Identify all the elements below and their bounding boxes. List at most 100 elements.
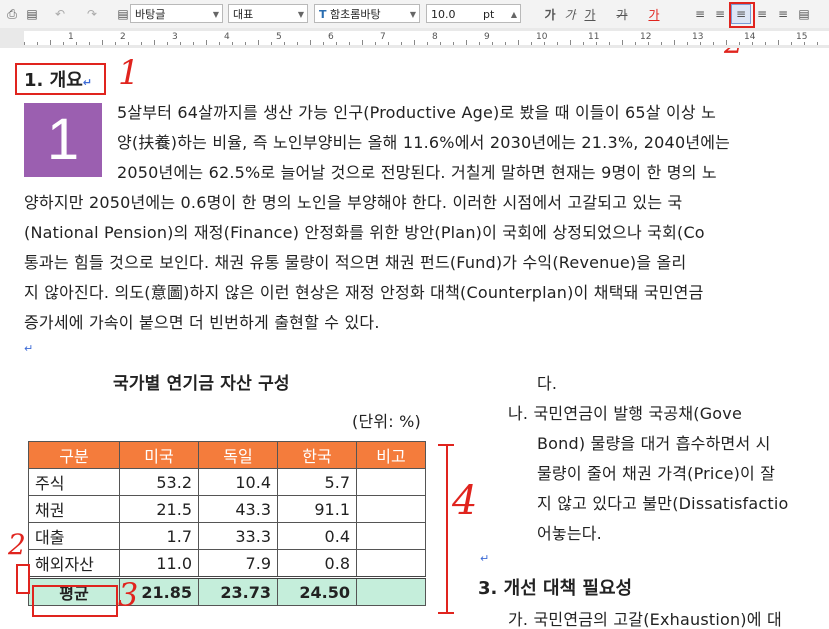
undo-icon[interactable]: ↶	[50, 4, 70, 24]
ruler-tick	[596, 42, 597, 45]
header-cell[interactable]: 한국	[277, 441, 357, 469]
ruler-tick	[544, 42, 545, 45]
table-cell[interactable]	[356, 522, 426, 550]
ruler-tick	[375, 42, 376, 45]
header-cell[interactable]: 독일	[198, 441, 278, 469]
ruler-tick	[193, 42, 194, 45]
page-icon[interactable]: ▤	[22, 4, 42, 24]
ruler-tick	[24, 42, 25, 45]
ruler-tick	[622, 40, 623, 45]
table-cell[interactable]: 33.3	[198, 522, 278, 550]
table-cell[interactable]: 0.4	[277, 522, 357, 550]
strike-button[interactable]: 가	[612, 4, 632, 24]
header-cell[interactable]: 비고	[356, 441, 426, 469]
ruler-tick	[414, 40, 415, 45]
table-cell[interactable]: 7.9	[198, 549, 278, 578]
table-cell[interactable]	[356, 495, 426, 523]
table-cell[interactable]: 0.8	[277, 549, 357, 578]
align-justify-icon[interactable]: ≡	[690, 4, 710, 24]
table-cell[interactable]: 43.3	[198, 495, 278, 523]
ruler-tick	[726, 40, 727, 45]
ruler-number: 9	[484, 32, 490, 42]
ruler-tick	[232, 42, 233, 45]
ruler-tick	[739, 42, 740, 45]
font-size-input[interactable]: 10.0 pt ▲	[426, 4, 521, 23]
table-cell[interactable]: 24.50	[277, 576, 357, 606]
ruler-tick	[531, 42, 532, 45]
header-cell[interactable]: 미국	[119, 441, 199, 469]
ruler-tick	[661, 42, 662, 45]
ruler-tick	[427, 42, 428, 45]
ruler-tick	[804, 42, 805, 45]
ruler-tick	[791, 42, 792, 45]
header-cell[interactable]: 구분	[28, 441, 120, 469]
ruler-number: 12	[640, 32, 652, 42]
ruler-number: 15	[796, 32, 808, 42]
table-cell[interactable]: 5.7	[277, 468, 357, 496]
ruler-tick	[180, 42, 181, 45]
ruler-number: 13	[692, 32, 704, 42]
underline-button[interactable]: 가	[580, 4, 600, 24]
divide-icon[interactable]: ▤	[794, 4, 814, 24]
table-title: 국가별 연기금 자산 구성	[113, 374, 290, 394]
para-line-7: 증가세에 가속이 붙으면 더 빈번하게 출현할 수 있다.	[24, 313, 380, 332]
ruler-tick	[401, 42, 402, 45]
align-right-icon[interactable]: ≡	[752, 4, 772, 24]
distribute-icon[interactable]: ≡	[773, 4, 793, 24]
ruler-tick	[570, 40, 571, 45]
bold-button[interactable]: 가	[540, 4, 560, 24]
font-select[interactable]: T 함초롬바탕 ▼	[314, 4, 420, 23]
para-line-6: 지 않아진다. 의도(意圖)하지 않은 이런 현상은 재정 안정화 대책(Cou…	[24, 283, 704, 302]
table-cell[interactable]: 23.73	[198, 576, 278, 606]
ruler-tick	[284, 42, 285, 45]
italic-button[interactable]: 가	[560, 4, 580, 24]
ruler-tick	[154, 40, 155, 45]
annotation-box-avg	[32, 585, 118, 617]
style-select[interactable]: 바탕글 ▼	[130, 4, 223, 23]
ruler-tick	[765, 42, 766, 45]
table-cell[interactable]: 주식	[28, 468, 120, 496]
ruler-tick	[479, 42, 480, 45]
ruler-tick	[258, 40, 259, 45]
table-cell[interactable]: 91.1	[277, 495, 357, 523]
ruler-number: 7	[380, 32, 386, 42]
table-cell[interactable]: 10.4	[198, 468, 278, 496]
ruler-tick	[167, 42, 168, 45]
ruler-number: 2	[120, 32, 126, 42]
print-icon[interactable]: ⎙	[2, 4, 22, 24]
annotation-number: 4	[452, 478, 478, 524]
ruler-number: 6	[328, 32, 334, 42]
ruler-number: 11	[588, 32, 600, 42]
table-cell[interactable]	[356, 468, 426, 496]
ruler-tick	[492, 42, 493, 45]
table-row: 주식 53.2 10.4 5.7	[28, 468, 426, 496]
language-select[interactable]: 대표 ▼	[228, 4, 308, 23]
ruler-tick	[349, 42, 350, 45]
para-line-0: 5살부터 64살까지를 생산 가능 인구(Productive Age)로 봤을…	[117, 103, 717, 122]
font-color-button[interactable]: 가	[644, 4, 664, 24]
table-cell[interactable]: 1.7	[119, 522, 199, 550]
table-cell[interactable]	[356, 549, 426, 578]
ruler-tick	[219, 42, 220, 45]
annotation-number: 1	[118, 53, 140, 93]
ruler-tick	[141, 42, 142, 45]
redo-icon[interactable]: ↷	[82, 4, 102, 24]
table-cell[interactable]: 11.0	[119, 549, 199, 578]
table-cell[interactable]: 21.5	[119, 495, 199, 523]
table-cell[interactable]: 채권	[28, 495, 120, 523]
ruler-tick	[648, 42, 649, 45]
asset-table: 구분 미국 독일 한국 비고 주식 53.2 10.4 5.7 채권 21.5 …	[28, 441, 426, 606]
table-row: 대출 1.7 33.3 0.4	[28, 522, 426, 550]
ruler-tick	[817, 42, 818, 45]
table-cell[interactable]: 53.2	[119, 468, 199, 496]
ruler-tick	[89, 42, 90, 45]
annotation-number: 2	[724, 48, 743, 61]
ruler-tick	[323, 42, 324, 45]
align-left-icon[interactable]: ≡	[710, 4, 730, 24]
table-cell[interactable]	[356, 576, 426, 606]
ruler-tick	[752, 42, 753, 45]
table-cell[interactable]: 해외자산	[28, 549, 120, 578]
ruler-number: 8	[432, 32, 438, 42]
ruler-tick	[388, 42, 389, 45]
table-cell[interactable]: 대출	[28, 522, 120, 550]
